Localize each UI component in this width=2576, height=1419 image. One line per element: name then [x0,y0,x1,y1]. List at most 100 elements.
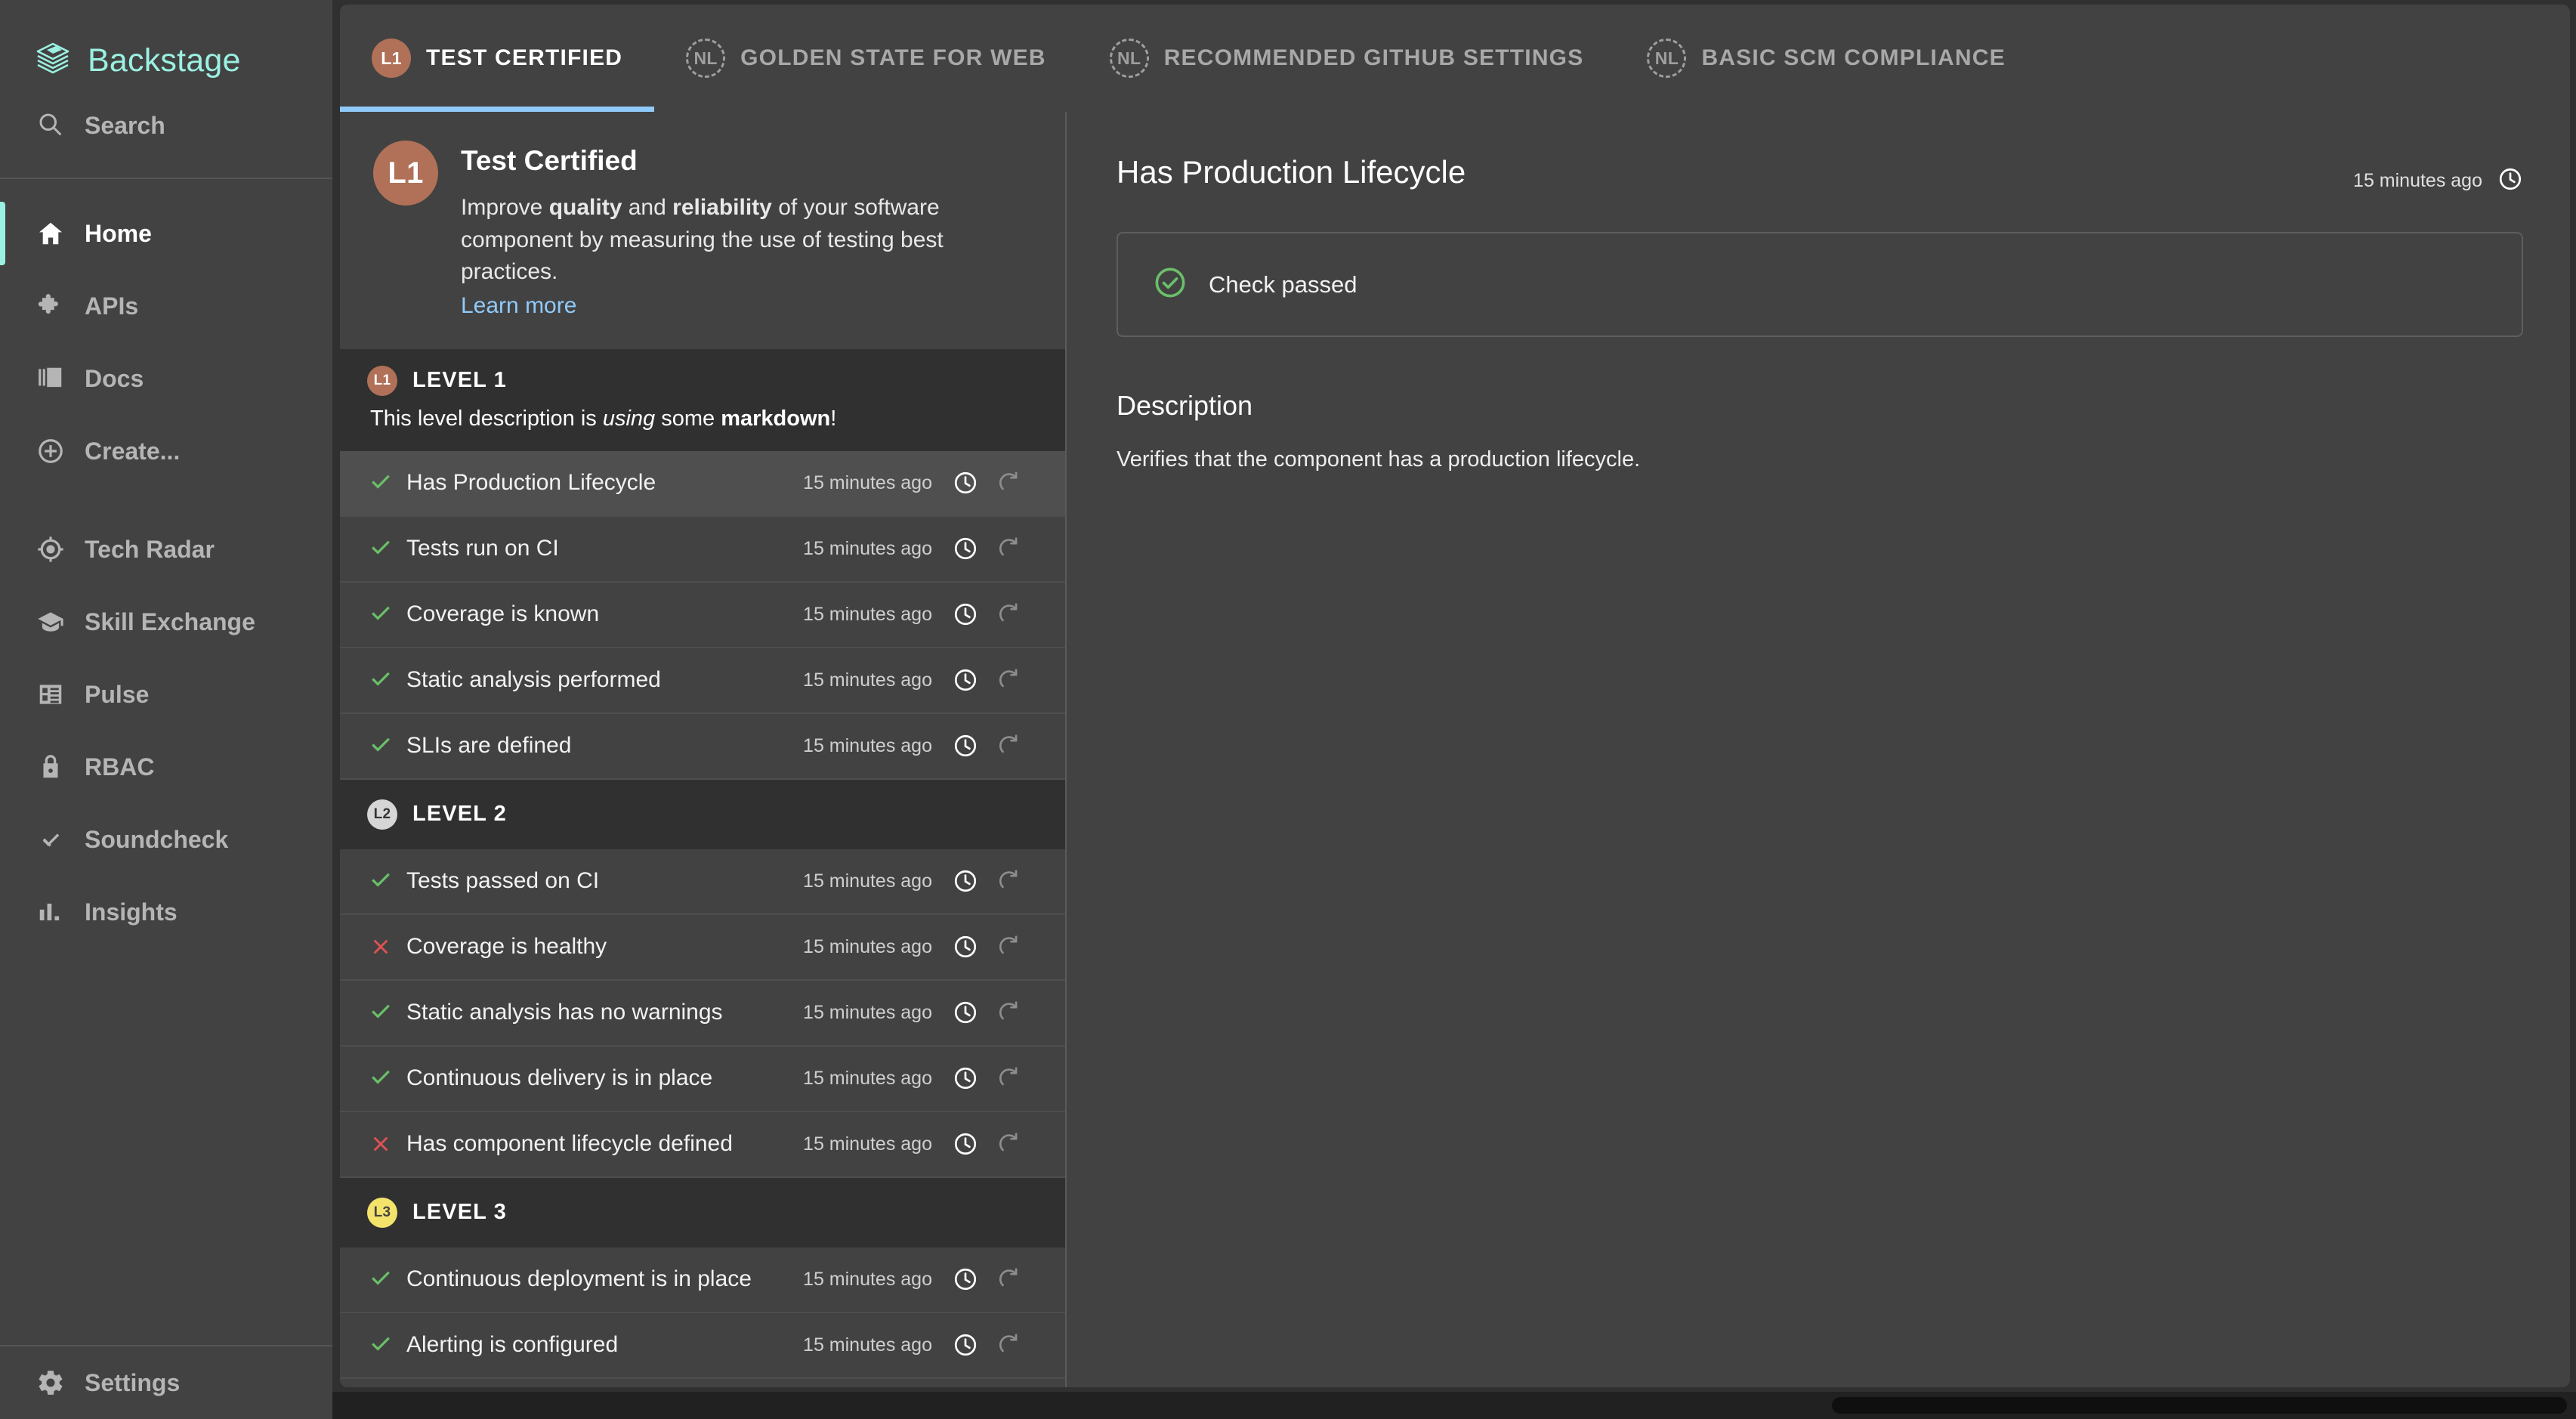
check-time: 15 minutes ago [803,471,932,493]
check-row[interactable]: Tests passed on CI 15 minutes ago [340,849,1065,915]
clock-icon[interactable] [949,466,982,499]
sidebar-item-label: APIs [85,292,139,320]
tab-recommended-github-settings[interactable]: NL RECOMMENDED GITHUB SETTINGS [1078,5,1616,112]
check-time: 15 minutes ago [803,870,932,892]
refresh-icon[interactable] [993,1328,1026,1362]
check-failed-icon [363,1131,399,1157]
clock-icon[interactable] [949,996,982,1029]
certification-title: Test Certified [461,145,638,176]
level-row: L1 LEVEL 1 [367,365,1065,396]
tab-basic-scm-compliance[interactable]: NL BASIC SCM COMPLIANCE [1615,5,2037,112]
brand-name: Backstage [88,42,241,79]
check-row[interactable]: Has health check 15 minutes ago [340,1379,1065,1387]
clock-icon[interactable] [949,598,982,631]
sidebar-item-settings[interactable]: Settings [0,1346,332,1419]
scrollbar-thumb[interactable] [1832,1397,2567,1414]
refresh-icon[interactable] [993,1127,1026,1161]
clock-icon[interactable] [949,1127,982,1161]
check-passed-icon [363,868,399,894]
lock-icon [36,753,65,781]
body-split: L1 Test Certified Improve quality and re… [340,112,2570,1387]
certification-badge: L1 [373,141,438,206]
search-input[interactable]: Search [0,91,332,161]
refresh-icon[interactable] [993,1263,1026,1296]
check-label: Static analysis performed [406,667,661,693]
horizontal-scrollbar[interactable] [332,1392,2576,1419]
refresh-icon[interactable] [993,930,1026,963]
search-label: Search [85,112,165,139]
check-time: 15 minutes ago [803,935,932,957]
check-row[interactable]: SLIs are defined 15 minutes ago [340,714,1065,780]
refresh-icon[interactable] [993,663,1026,697]
search-icon [36,110,63,141]
level-header-1: L1 LEVEL 1 This level description is usi… [340,348,1065,451]
certification-tabs: L1 TEST CERTIFIED NL GOLDEN STATE FOR WE… [340,5,2570,112]
sidebar-item-label: RBAC [85,753,155,781]
check-time: 15 minutes ago [803,537,932,559]
sidebar-item-label: Soundcheck [85,825,229,853]
tab-test-certified[interactable]: L1 TEST CERTIFIED [340,5,655,112]
refresh-icon[interactable] [993,864,1026,898]
sidebar-secondary-group: Tech Radar Skill Exchange Pulse RBAC Sou… [0,487,332,948]
check-label: Static analysis has no warnings [406,1000,723,1025]
sidebar-primary-group: Home APIs Docs Create... [0,179,332,487]
level-badge-nl: NL [686,39,726,78]
check-detail-panel: Has Production Lifecycle 15 minutes ago [1067,112,2570,1387]
sidebar-item-apis[interactable]: APIs [0,270,332,342]
level-badge-l1: L1 [372,39,411,78]
check-row[interactable]: Static analysis has no warnings 15 minut… [340,981,1065,1046]
sidebar-top: Backstage Search Home APIs Docs Create..… [0,0,332,948]
check-row[interactable]: Coverage is healthy 15 minutes ago [340,915,1065,981]
tab-label: RECOMMENDED GITHUB SETTINGS [1163,45,1584,70]
clock-icon[interactable] [2497,166,2523,196]
sidebar-item-rbac[interactable]: RBAC [0,731,332,803]
certification-texts: Test Certified Improve quality and relia… [461,141,1027,319]
tab-golden-state-for-web[interactable]: NL GOLDEN STATE FOR WEB [654,5,1078,112]
clock-icon[interactable] [949,1328,982,1362]
check-row[interactable]: Static analysis performed 15 minutes ago [340,648,1065,714]
clock-icon[interactable] [949,532,982,565]
sidebar-item-label: Pulse [85,680,150,708]
clock-icon[interactable] [949,663,982,697]
clock-icon[interactable] [949,729,982,762]
check-label: Continuous delivery is in place [406,1065,713,1091]
sidebar: Backstage Search Home APIs Docs Create..… [0,0,332,1419]
level-badge-l2: L2 [367,799,397,830]
clock-icon[interactable] [949,930,982,963]
sidebar-item-create[interactable]: Create... [0,415,332,487]
check-row[interactable]: Tests run on CI 15 minutes ago [340,517,1065,583]
sidebar-item-soundcheck[interactable]: Soundcheck [0,803,332,876]
level-header-3: L3 LEVEL 3 [340,1177,1065,1247]
refresh-icon[interactable] [993,1062,1026,1095]
check-row[interactable]: Continuous deployment is in place 15 min… [340,1247,1065,1313]
check-row[interactable]: Alerting is configured 15 minutes ago [340,1313,1065,1379]
check-row[interactable]: Has component lifecycle defined 15 minut… [340,1112,1065,1178]
detail-header: Has Production Lifecycle 15 minutes ago [1117,154,2523,196]
sidebar-item-tech-radar[interactable]: Tech Radar [0,513,332,586]
refresh-icon[interactable] [993,598,1026,631]
check-passed-icon [363,667,399,693]
refresh-icon[interactable] [993,729,1026,762]
clock-icon[interactable] [949,1263,982,1296]
sidebar-item-pulse[interactable]: Pulse [0,658,332,731]
backstage-logo-icon [33,41,73,80]
learn-more-link[interactable]: Learn more [461,293,576,319]
refresh-icon[interactable] [993,466,1026,499]
sidebar-item-insights[interactable]: Insights [0,876,332,948]
check-row[interactable]: Coverage is known 15 minutes ago [340,583,1065,648]
refresh-icon[interactable] [993,532,1026,565]
brand[interactable]: Backstage [0,30,332,91]
check-row[interactable]: Continuous delivery is in place 15 minut… [340,1046,1065,1112]
library-books-icon [36,364,65,393]
check-passed-icon [363,1065,399,1091]
sidebar-item-skill-exchange[interactable]: Skill Exchange [0,586,332,658]
sidebar-item-label: Settings [85,1368,181,1396]
refresh-icon[interactable] [993,996,1026,1029]
level-badge-l3: L3 [367,1197,397,1228]
clock-icon[interactable] [949,864,982,898]
sidebar-item-home[interactable]: Home [0,197,332,270]
radar-target-icon [36,535,65,564]
check-row[interactable]: Has Production Lifecycle 15 minutes ago [340,450,1065,517]
clock-icon[interactable] [949,1062,982,1095]
sidebar-item-docs[interactable]: Docs [0,342,332,415]
